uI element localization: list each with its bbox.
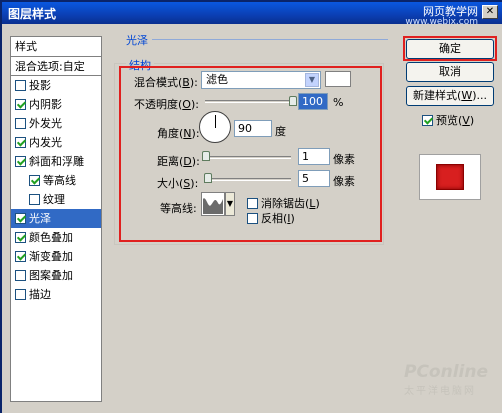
opacity-unit: %: [333, 96, 344, 109]
blend-mode-label: 混合模式(B):: [134, 76, 198, 89]
style-item[interactable]: 纹理: [11, 190, 101, 209]
style-item-label: 图案叠加: [29, 269, 73, 282]
contour-curve-icon: [203, 198, 223, 214]
style-item-checkbox[interactable]: [15, 137, 26, 148]
opacity-slider-thumb[interactable]: [289, 96, 297, 106]
style-item-label: 斜面和浮雕: [29, 155, 84, 168]
window-title: 图层样式: [8, 7, 57, 21]
contour-label: 等高线:: [160, 202, 197, 215]
style-item-checkbox[interactable]: [15, 232, 26, 243]
style-item-checkbox[interactable]: [15, 289, 26, 300]
style-item[interactable]: 外发光: [11, 114, 101, 133]
logo-brand: PConline: [404, 362, 489, 382]
style-item-checkbox[interactable]: [15, 156, 26, 167]
opacity-slider[interactable]: [205, 100, 297, 103]
style-item-label: 光泽: [29, 212, 51, 225]
preview-sample: [436, 164, 464, 190]
style-item-checkbox[interactable]: [15, 251, 26, 262]
dialog-body: 样式 混合选项:自定 投影 内阴影 外发光 内发光 斜面和浮雕 等高线 纹理 光泽 颜色叠加 渐变…: [2, 24, 502, 413]
style-item[interactable]: 等高线: [11, 171, 101, 190]
style-item-label: 渐变叠加: [29, 250, 73, 263]
style-item-label: 颜色叠加: [29, 231, 73, 244]
style-item-label: 纹理: [43, 193, 65, 206]
distance-unit: 像素: [333, 153, 355, 166]
style-item[interactable]: 图案叠加: [11, 266, 101, 285]
antialias-checkbox[interactable]: [247, 198, 258, 209]
style-item[interactable]: 内发光: [11, 133, 101, 152]
angle-dial-hand: [215, 115, 216, 128]
title-bar[interactable]: 图层样式 网页教学网 www.webjx.com ✕: [2, 2, 502, 27]
invert-option[interactable]: 反相(I): [247, 210, 295, 226]
angle-dial[interactable]: [199, 111, 231, 143]
angle-input[interactable]: 90: [234, 120, 272, 137]
style-item-label: 描边: [29, 288, 51, 301]
contour-dropdown-button[interactable]: ▼: [225, 192, 235, 216]
antialias-option[interactable]: 消除锯齿(L): [247, 195, 320, 211]
close-button[interactable]: ✕: [482, 5, 498, 19]
ok-button[interactable]: 确定: [406, 39, 494, 59]
close-icon: ✕: [485, 6, 495, 17]
blend-mode-value: 滤色: [206, 73, 228, 86]
angle-label: 角度(N):: [157, 127, 200, 140]
antialias-label: 消除锯齿(L): [261, 197, 320, 210]
style-item-label: 外发光: [29, 117, 62, 130]
size-slider-thumb[interactable]: [204, 173, 212, 183]
style-item[interactable]: 描边: [11, 285, 101, 304]
style-item-checkbox[interactable]: [29, 175, 40, 186]
style-item[interactable]: 投影: [11, 76, 101, 95]
style-item[interactable]: 渐变叠加: [11, 247, 101, 266]
opacity-label: 不透明度(O):: [134, 98, 199, 111]
layer-style-dialog: 图层样式 网页教学网 www.webjx.com ✕ 样式 混合选项:自定 投影…: [0, 0, 502, 413]
style-item-checkbox[interactable]: [15, 80, 26, 91]
style-item-label: 内阴影: [29, 98, 62, 111]
watermark-site: 网页教学网: [423, 5, 478, 18]
new-style-button[interactable]: 新建样式(W)...: [406, 86, 494, 106]
distance-slider[interactable]: [205, 156, 291, 159]
style-item-checkbox[interactable]: [15, 118, 26, 129]
style-list: 样式 混合选项:自定 投影内阴影外发光内发光斜面和浮雕等高线纹理光泽颜色叠加渐变…: [10, 36, 102, 402]
blend-mode-select[interactable]: 滤色 ▼: [201, 71, 321, 89]
section-title: 光泽: [126, 34, 148, 47]
style-item[interactable]: 光泽: [11, 209, 101, 228]
size-input[interactable]: 5: [298, 170, 330, 187]
style-item-checkbox[interactable]: [29, 194, 40, 205]
pconline-logo: PConline 太平洋电脑网: [404, 362, 500, 397]
logo-tagline: 太平洋电脑网: [404, 386, 476, 397]
cancel-button[interactable]: 取消: [406, 62, 494, 82]
distance-input[interactable]: 1: [298, 148, 330, 165]
distance-slider-thumb[interactable]: [202, 151, 210, 161]
blend-color-swatch[interactable]: [325, 71, 351, 87]
blend-options-item[interactable]: 混合选项:自定: [11, 57, 101, 76]
style-preview: [419, 154, 481, 200]
style-item-label: 内发光: [29, 136, 62, 149]
style-item-checkbox[interactable]: [15, 270, 26, 281]
angle-unit: 度: [275, 125, 286, 138]
size-unit: 像素: [333, 175, 355, 188]
invert-label: 反相(I): [261, 212, 295, 225]
contour-picker[interactable]: [201, 192, 225, 216]
opacity-input[interactable]: 100: [298, 93, 328, 110]
style-item[interactable]: 颜色叠加: [11, 228, 101, 247]
preview-checkbox[interactable]: [422, 115, 433, 126]
style-list-header[interactable]: 样式: [11, 37, 101, 57]
style-item-label: 投影: [29, 79, 51, 92]
section-divider: [152, 39, 388, 40]
chevron-down-icon: ▼: [305, 73, 319, 87]
size-label: 大小(S):: [157, 177, 199, 190]
style-item[interactable]: 内阴影: [11, 95, 101, 114]
preview-label: 预览(V): [436, 114, 475, 127]
distance-label: 距离(D):: [157, 155, 200, 168]
style-item-checkbox[interactable]: [15, 99, 26, 110]
style-item-label: 等高线: [43, 174, 76, 187]
style-item-checkbox[interactable]: [15, 213, 26, 224]
size-slider[interactable]: [205, 178, 291, 181]
preview-option[interactable]: 预览(V): [422, 112, 474, 128]
invert-checkbox[interactable]: [247, 213, 258, 224]
style-item[interactable]: 斜面和浮雕: [11, 152, 101, 171]
